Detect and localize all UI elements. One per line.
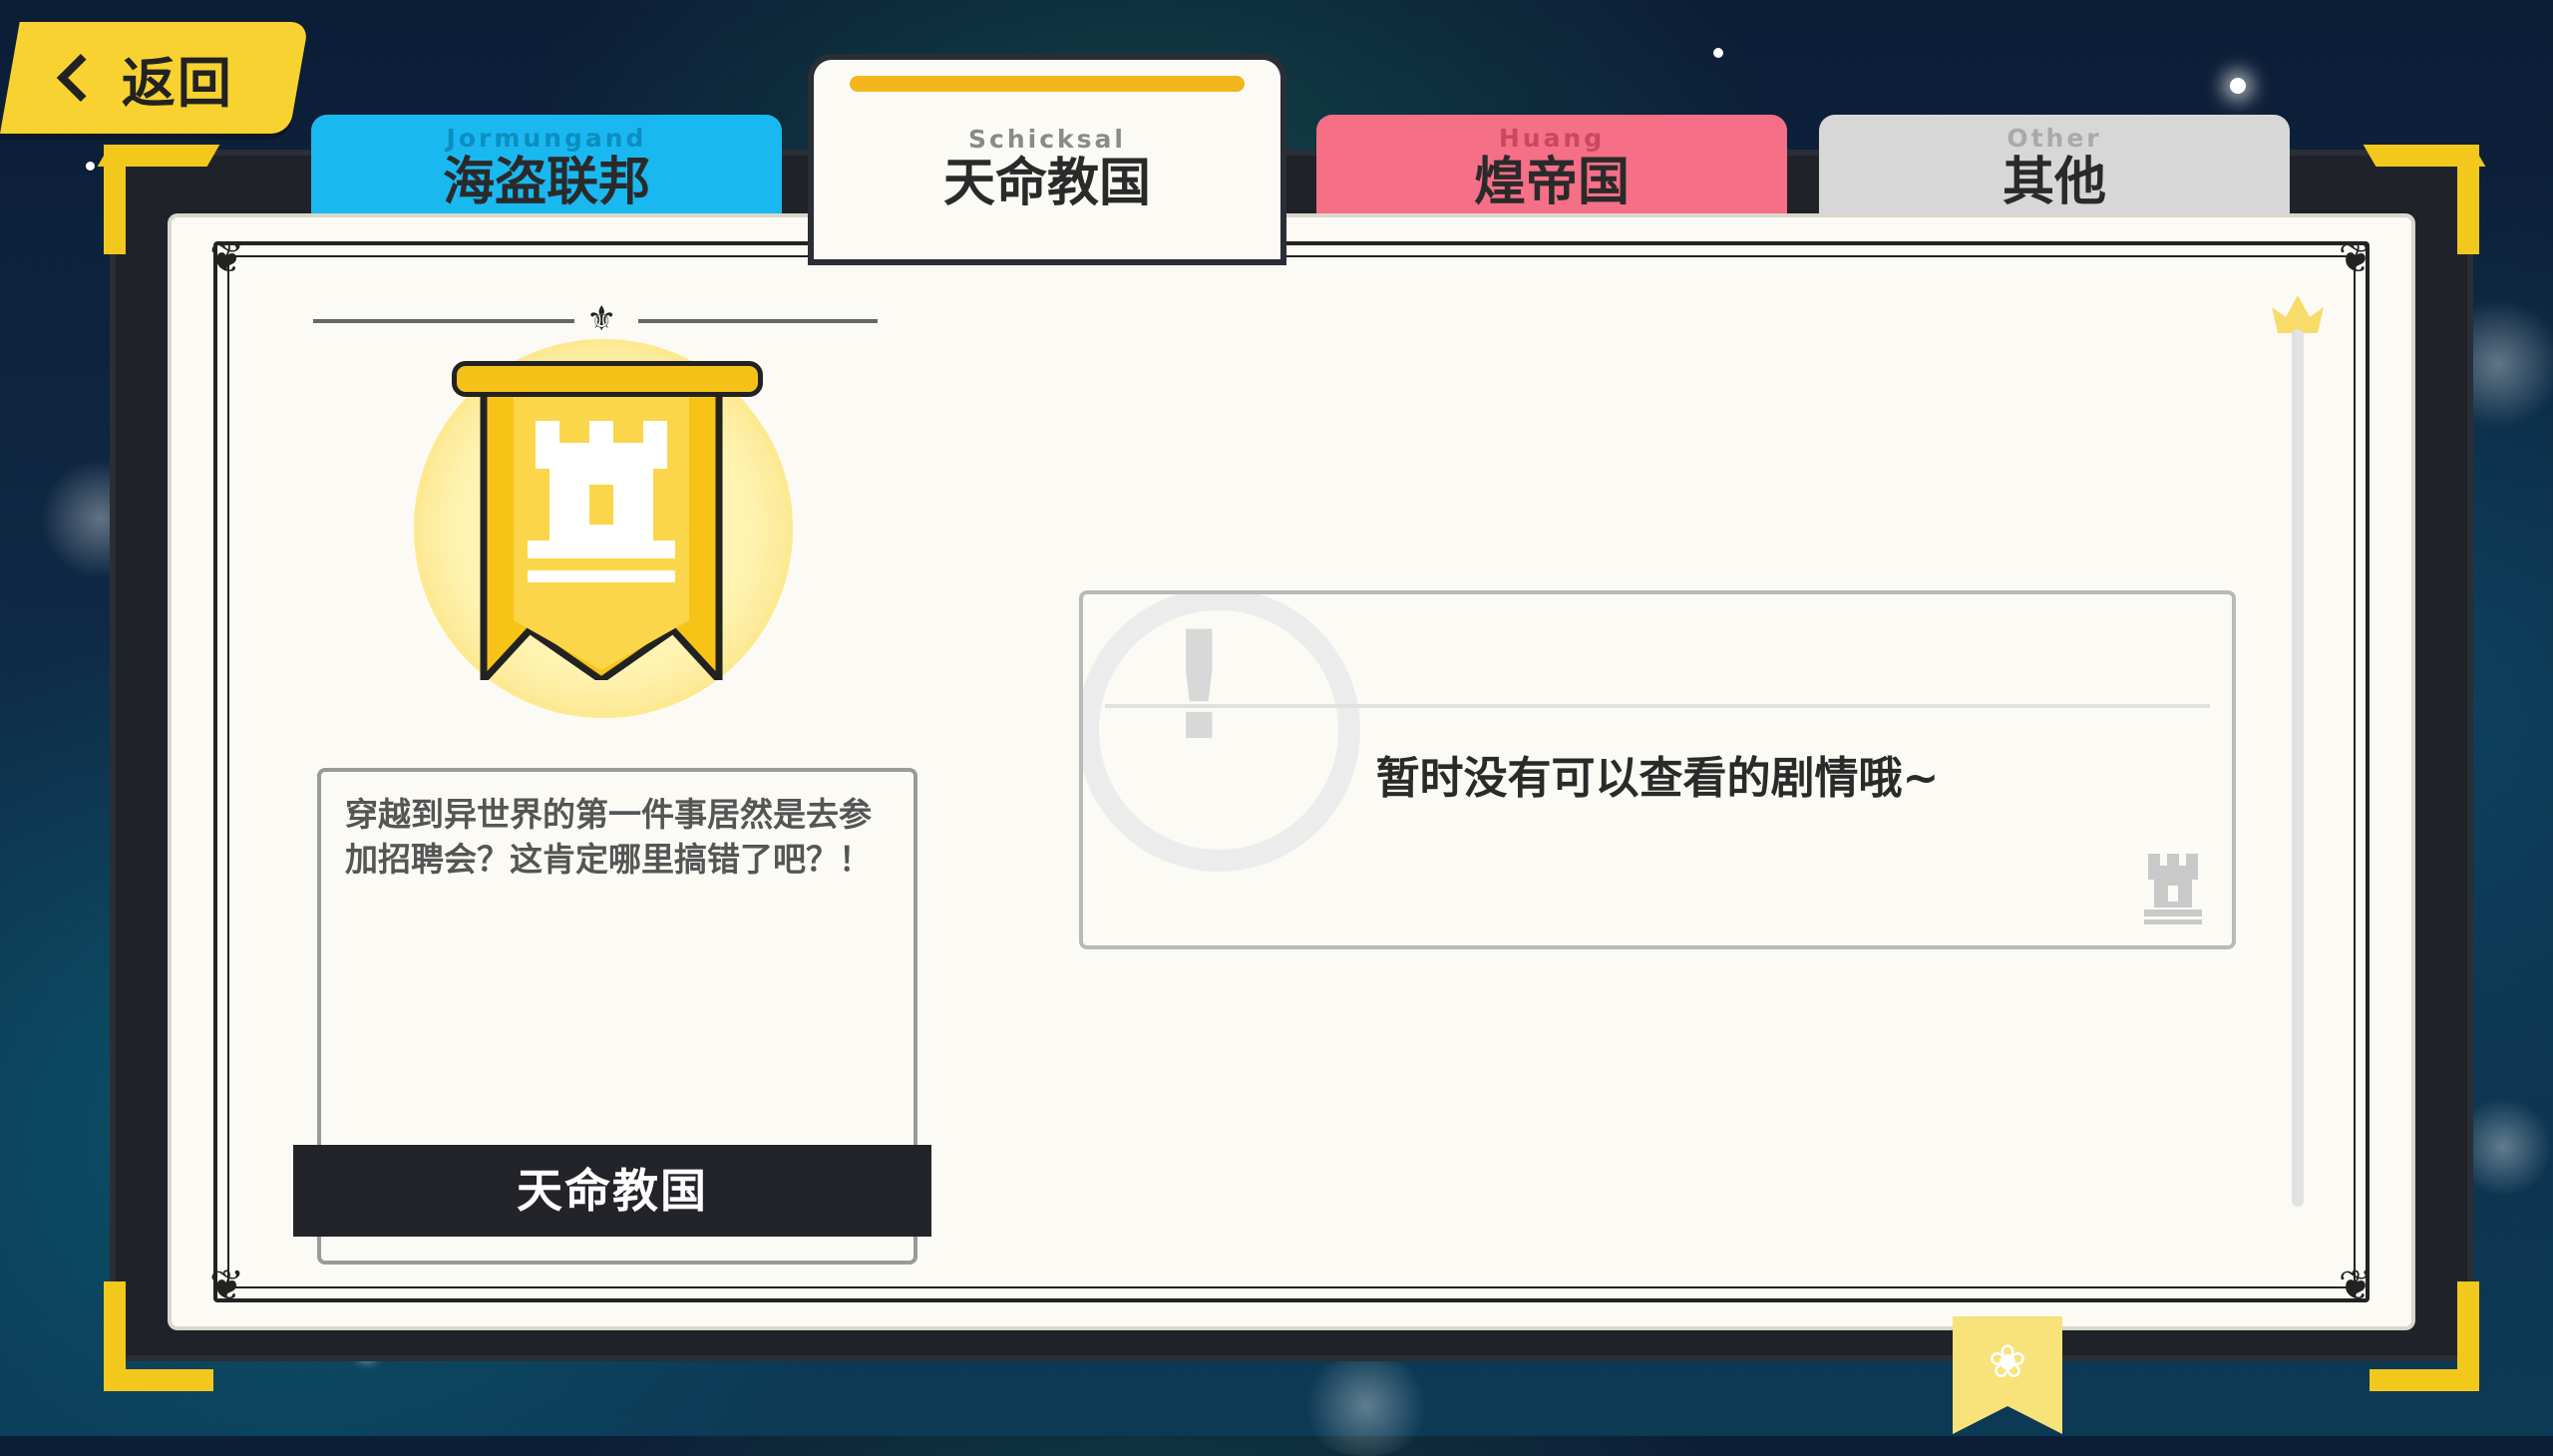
flourish-icon: ❦ [209, 1261, 245, 1309]
castle-tower-banner-icon [480, 381, 723, 680]
empty-story-notice: ! 暂时没有可以查看的剧情哦~ [1079, 590, 2236, 949]
tab-label: 煌帝国 [1473, 153, 1630, 212]
back-button[interactable]: 返回 [0, 22, 309, 134]
tab-huang[interactable]: Huang 煌帝国 [1316, 115, 1787, 217]
scrollbar[interactable] [2292, 329, 2304, 1207]
tab-label: 其他 [2002, 153, 2106, 212]
tab-sublabel: Other [2006, 124, 2102, 153]
banner-rod [452, 361, 763, 397]
bookmark-tab[interactable]: ❀ [1953, 1316, 2062, 1434]
castle-tower-icon [2144, 854, 2202, 924]
flourish-icon: ❦ [2338, 233, 2373, 282]
exclamation-icon: ! [1165, 600, 1234, 774]
faction-name-plate: 天命教国 [293, 1145, 931, 1237]
tab-other[interactable]: Other 其他 [1819, 115, 2290, 217]
tab-label: 天命教国 [942, 154, 1151, 213]
tab-sublabel: Jormungand [446, 124, 647, 153]
divider [638, 319, 878, 323]
faction-description: 穿越到异世界的第一件事居然是去参加招聘会？这肯定哪里搞错了吧？！ [345, 795, 872, 879]
divider [313, 319, 574, 323]
flourish-icon: ❦ [209, 233, 245, 282]
tab-sublabel: Schicksal [968, 125, 1126, 154]
active-tab-indicator [850, 76, 1245, 92]
lotus-icon: ❀ [1988, 1334, 2027, 1388]
notice-divider [1105, 704, 2210, 708]
back-button-label: 返回 [121, 51, 233, 115]
flourish-icon: ❦ [2338, 1261, 2373, 1309]
chevron-left-icon [56, 53, 105, 103]
faction-emblem [404, 329, 803, 748]
tab-jormungand[interactable]: Jormungand 海盗联邦 [311, 115, 782, 217]
notice-text: 暂时没有可以查看的剧情哦~ [1375, 753, 1940, 804]
tab-sublabel: Huang [1498, 124, 1606, 153]
tab-label: 海盗联邦 [442, 153, 650, 212]
